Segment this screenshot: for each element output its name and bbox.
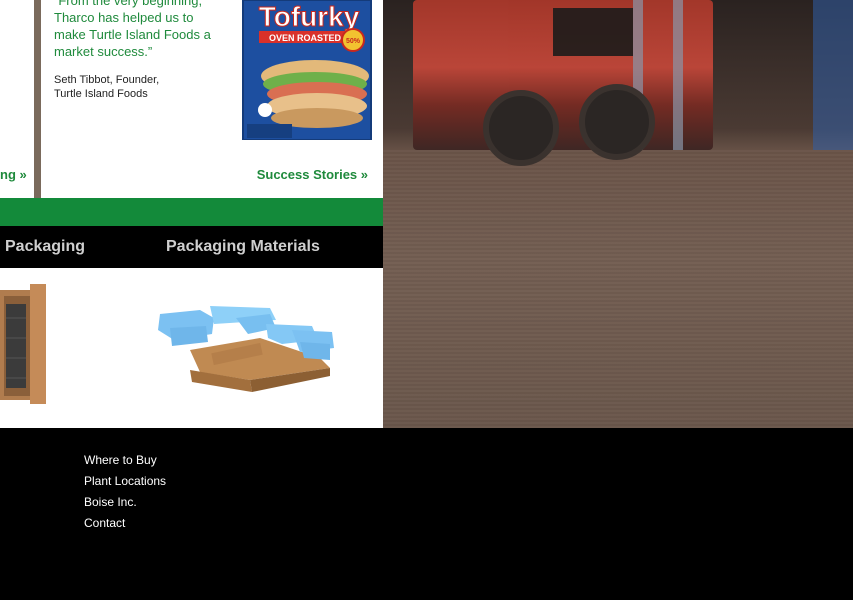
- product-badge: 50%: [346, 38, 361, 45]
- product-illustrations: [0, 284, 334, 404]
- footer-link-plant-locations[interactable]: Plant Locations: [84, 471, 166, 492]
- packaging-materials-image[interactable]: [158, 306, 334, 392]
- testimonial-panel: “From the very beginning, Tharco has hel…: [41, 0, 383, 198]
- category-packaging[interactable]: Packaging: [5, 238, 85, 256]
- tofurky-product-image: Tofurky OVEN ROASTED 50%: [242, 0, 372, 140]
- quote-line: Tharco has helped us to: [54, 10, 194, 25]
- author-name: Seth Tibbot, Founder,: [54, 74, 160, 86]
- testimonial-quote: “From the very beginning, Tharco has hel…: [54, 0, 229, 60]
- left-panel: ng »: [0, 0, 34, 198]
- quote-line: “From the very beginning,: [54, 0, 203, 8]
- product-subtitle: OVEN ROASTED: [269, 33, 342, 43]
- product-brand: Tofurky: [259, 1, 360, 32]
- author-company: Turtle Island Foods: [54, 88, 148, 100]
- truck-wheel: [579, 84, 655, 160]
- footer-link-where-to-buy[interactable]: Where to Buy: [84, 450, 166, 471]
- product-images: [0, 268, 383, 428]
- warehouse-floor: [383, 150, 853, 428]
- left-panel-link[interactable]: ng »: [0, 167, 27, 182]
- footer-link-contact[interactable]: Contact: [84, 513, 166, 534]
- forklift-mast: [673, 0, 683, 150]
- success-stories-link[interactable]: Success Stories »: [257, 167, 368, 182]
- blue-rack: [813, 0, 853, 160]
- truck-wheel: [483, 90, 559, 166]
- footer-nav: Where to Buy Plant Locations Boise Inc. …: [84, 450, 166, 534]
- category-packaging-materials[interactable]: Packaging Materials: [166, 238, 320, 256]
- footer-link-boise[interactable]: Boise Inc.: [84, 492, 166, 513]
- category-bar: Packaging Packaging Materials: [0, 226, 383, 268]
- quote-line: make Turtle Island Foods a: [54, 27, 211, 42]
- corrugated-box-image[interactable]: [0, 284, 46, 404]
- quote-line: market success.”: [54, 44, 153, 59]
- green-divider-bar: [0, 198, 383, 226]
- truck-window: [553, 8, 633, 56]
- testimonial-author: Seth Tibbot, Founder, Turtle Island Food…: [54, 73, 159, 101]
- panel-divider: [34, 0, 41, 198]
- hero-photo: [383, 0, 853, 428]
- truck-illustration: [413, 0, 713, 150]
